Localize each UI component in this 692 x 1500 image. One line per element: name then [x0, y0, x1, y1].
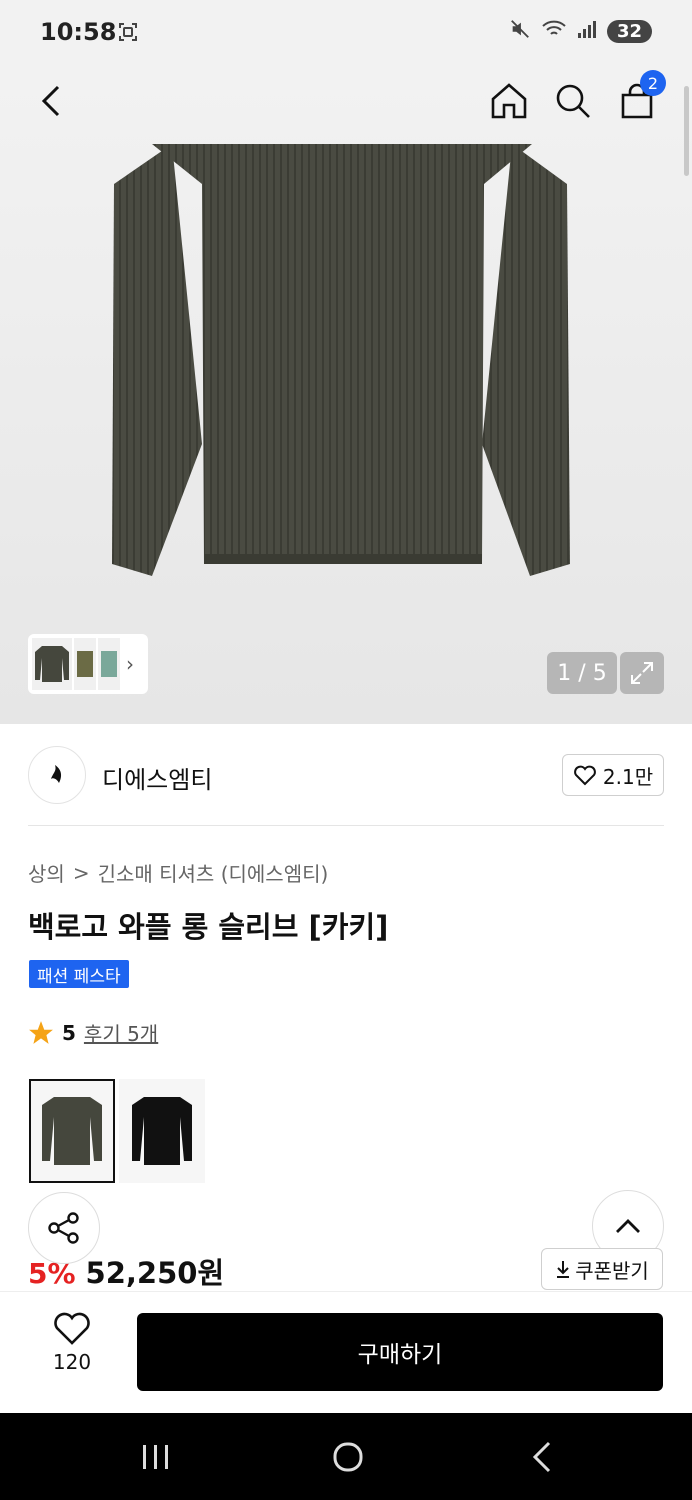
coupon-label: 쿠폰받기 [575, 1258, 649, 1283]
status-time: 10:58 [40, 18, 117, 46]
seller-logo[interactable] [28, 746, 86, 804]
share-button[interactable] [28, 1192, 100, 1264]
wifi-icon [541, 18, 567, 45]
sale-price: 52,250원 [85, 1256, 225, 1290]
scrollbar[interactable] [684, 86, 689, 176]
seller-like-count: 2.1만 [602, 764, 654, 789]
chevron-left-icon [41, 85, 60, 117]
breadcrumb-subcategory[interactable]: 긴소매 티셔츠 (디에스엠티) [98, 858, 329, 887]
breadcrumb-category[interactable]: 상의 [28, 858, 65, 887]
product-title: 백로고 와플 롱 슬리브 [카키] [28, 910, 389, 944]
screenshot-icon [116, 20, 140, 48]
share-icon [48, 1212, 79, 1244]
heart-icon [54, 1312, 90, 1345]
search-button[interactable] [548, 76, 598, 126]
home-circle-icon [333, 1442, 363, 1472]
system-navigation-bar [0, 1413, 692, 1500]
star-icon [29, 1020, 53, 1044]
heart-icon [574, 765, 596, 786]
promo-tag[interactable]: 패션 페스타 [29, 960, 129, 988]
back-nav-button[interactable] [512, 1435, 572, 1479]
divider [28, 825, 664, 826]
rating: 5 후기 5개 [28, 1018, 158, 1047]
thumbnail-strip[interactable]: › [28, 634, 148, 694]
wishlist-count: 120 [52, 1350, 92, 1374]
expand-icon [631, 662, 653, 684]
back-arrow-icon [532, 1441, 551, 1473]
chevron-right-icon[interactable]: › [122, 652, 134, 676]
color-option-black[interactable] [119, 1079, 205, 1183]
search-icon [556, 84, 590, 118]
status-bar: 10:58 32 [0, 0, 692, 68]
wishlist-button[interactable]: 120 [40, 1312, 104, 1374]
coupon-button[interactable]: 쿠폰받기 [541, 1248, 663, 1290]
breadcrumb-separator: > [72, 860, 90, 885]
breadcrumb: 상의 > 긴소매 티셔츠 (디에스엠티) [28, 858, 328, 887]
back-button[interactable] [26, 76, 76, 126]
status-icons: 32 [509, 18, 652, 45]
recent-apps-button[interactable] [126, 1435, 186, 1479]
expand-button[interactable] [620, 652, 664, 694]
seller-name[interactable]: 디에스엠티 [102, 760, 212, 795]
seller-like-button[interactable]: 2.1만 [562, 754, 664, 796]
reviews-link[interactable]: 후기 5개 [84, 1018, 158, 1047]
recent-apps-icon [143, 1445, 168, 1469]
cart-count-badge: 2 [640, 70, 666, 96]
cart-button[interactable]: 2 [612, 70, 666, 126]
buy-button[interactable]: 구매하기 [137, 1313, 663, 1391]
home-button[interactable] [484, 76, 534, 126]
product-image-gallery[interactable]: 2 › 1 / 5 [0, 68, 692, 724]
thumbnail-1[interactable] [32, 638, 72, 690]
rating-score: 5 [62, 1020, 76, 1045]
home-nav-button[interactable] [318, 1435, 378, 1479]
download-icon [557, 1261, 570, 1278]
battery-indicator: 32 [606, 20, 652, 43]
image-counter: 1 / 5 [547, 652, 617, 694]
thumbnail-3[interactable] [98, 638, 120, 690]
thumbnail-2[interactable] [74, 638, 96, 690]
chevron-up-icon [616, 1219, 640, 1233]
product-image [112, 144, 570, 576]
color-option-khaki[interactable] [29, 1079, 115, 1183]
mute-icon [509, 18, 531, 45]
signal-icon [577, 19, 597, 44]
home-icon [491, 83, 527, 119]
